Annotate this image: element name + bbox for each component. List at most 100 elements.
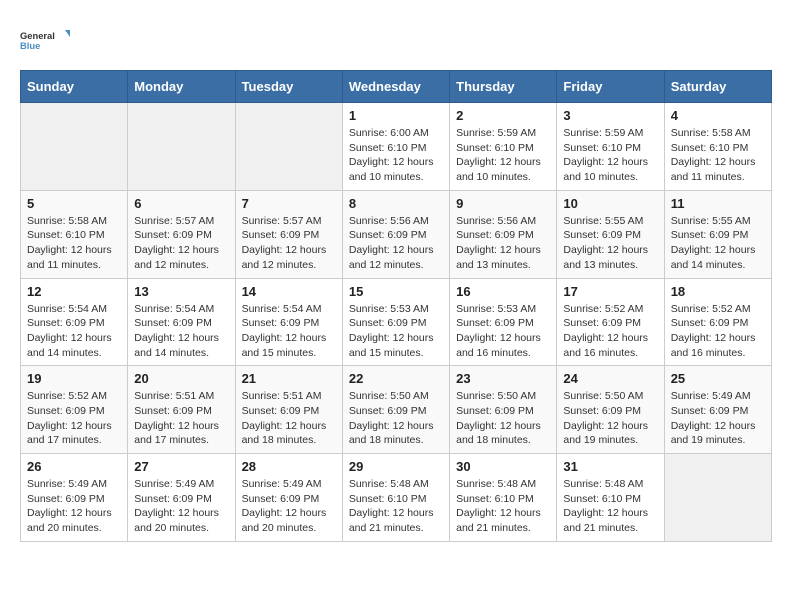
- calendar-header: SundayMondayTuesdayWednesdayThursdayFrid…: [21, 71, 772, 103]
- day-info: Sunrise: 5:54 AM Sunset: 6:09 PM Dayligh…: [242, 302, 336, 361]
- day-number: 3: [563, 108, 657, 123]
- day-info: Sunrise: 5:52 AM Sunset: 6:09 PM Dayligh…: [27, 389, 121, 448]
- calendar-cell: 25 Sunrise: 5:49 AM Sunset: 6:09 PM Dayli…: [664, 366, 771, 454]
- calendar-cell: 14Sunrise: 5:54 AM Sunset: 6:09 PM Dayli…: [235, 278, 342, 366]
- calendar-cell: 30 Sunrise: 5:48 AM Sunset: 6:10 PM Dayli…: [450, 454, 557, 542]
- calendar-cell: 28Sunrise: 5:49 AM Sunset: 6:09 PM Dayli…: [235, 454, 342, 542]
- day-info: Sunrise: 5:57 AM Sunset: 6:09 PM Dayligh…: [242, 214, 336, 273]
- weekday-header-saturday: Saturday: [664, 71, 771, 103]
- day-number: 25: [671, 371, 765, 386]
- calendar-cell: [21, 103, 128, 191]
- calendar-cell: [128, 103, 235, 191]
- day-info: Sunrise: 5:53 AM Sunset: 6:09 PM Dayligh…: [349, 302, 443, 361]
- day-info: Sunrise: 5:48 AM Sunset: 6:10 PM Dayligh…: [563, 477, 657, 536]
- calendar-cell: [664, 454, 771, 542]
- calendar-cell: 3 Sunrise: 5:59 AM Sunset: 6:10 PM Daylig…: [557, 103, 664, 191]
- day-number: 4: [671, 108, 765, 123]
- day-info: Sunrise: 5:57 AM Sunset: 6:09 PM Dayligh…: [134, 214, 228, 273]
- calendar-cell: 2 Sunrise: 5:59 AM Sunset: 6:10 PM Daylig…: [450, 103, 557, 191]
- calendar-cell: 15 Sunrise: 5:53 AM Sunset: 6:09 PM Dayli…: [342, 278, 449, 366]
- day-number: 1: [349, 108, 443, 123]
- day-info: Sunrise: 5:54 AM Sunset: 6:09 PM Dayligh…: [134, 302, 228, 361]
- day-info: Sunrise: 5:52 AM Sunset: 6:09 PM Dayligh…: [671, 302, 765, 361]
- svg-text:General: General: [20, 31, 55, 41]
- day-number: 31: [563, 459, 657, 474]
- day-number: 16: [456, 284, 550, 299]
- calendar-cell: 16Sunrise: 5:53 AM Sunset: 6:09 PM Dayli…: [450, 278, 557, 366]
- day-info: Sunrise: 5:49 AM Sunset: 6:09 PM Dayligh…: [242, 477, 336, 536]
- calendar-cell: [235, 103, 342, 191]
- day-info: Sunrise: 5:58 AM Sunset: 6:10 PM Dayligh…: [671, 126, 765, 185]
- day-info: Sunrise: 5:56 AM Sunset: 6:09 PM Dayligh…: [349, 214, 443, 273]
- calendar-week-4: 19Sunrise: 5:52 AM Sunset: 6:09 PM Dayli…: [21, 366, 772, 454]
- calendar-cell: 5 Sunrise: 5:58 AM Sunset: 6:10 PM Daylig…: [21, 190, 128, 278]
- calendar-cell: 20 Sunrise: 5:51 AM Sunset: 6:09 PM Dayli…: [128, 366, 235, 454]
- day-number: 30: [456, 459, 550, 474]
- day-number: 20: [134, 371, 228, 386]
- day-info: Sunrise: 5:55 AM Sunset: 6:09 PM Dayligh…: [671, 214, 765, 273]
- day-info: Sunrise: 5:55 AM Sunset: 6:09 PM Dayligh…: [563, 214, 657, 273]
- day-info: Sunrise: 5:50 AM Sunset: 6:09 PM Dayligh…: [349, 389, 443, 448]
- day-number: 21: [242, 371, 336, 386]
- day-info: Sunrise: 5:48 AM Sunset: 6:10 PM Dayligh…: [456, 477, 550, 536]
- calendar-cell: 26 Sunrise: 5:49 AM Sunset: 6:09 PM Dayli…: [21, 454, 128, 542]
- logo-svg: General Blue: [20, 20, 70, 60]
- day-number: 7: [242, 196, 336, 211]
- calendar-cell: 31 Sunrise: 5:48 AM Sunset: 6:10 PM Dayli…: [557, 454, 664, 542]
- day-number: 17: [563, 284, 657, 299]
- day-number: 22: [349, 371, 443, 386]
- calendar-cell: 27 Sunrise: 5:49 AM Sunset: 6:09 PM Dayli…: [128, 454, 235, 542]
- calendar-cell: 6Sunrise: 5:57 AM Sunset: 6:09 PM Daylig…: [128, 190, 235, 278]
- day-info: Sunrise: 5:51 AM Sunset: 6:09 PM Dayligh…: [134, 389, 228, 448]
- calendar-cell: 24 Sunrise: 5:50 AM Sunset: 6:09 PM Dayli…: [557, 366, 664, 454]
- calendar-week-1: 1 Sunrise: 6:00 AM Sunset: 6:10 PM Daylig…: [21, 103, 772, 191]
- calendar-cell: 1 Sunrise: 6:00 AM Sunset: 6:10 PM Daylig…: [342, 103, 449, 191]
- calendar-cell: 21 Sunrise: 5:51 AM Sunset: 6:09 PM Dayli…: [235, 366, 342, 454]
- day-number: 23: [456, 371, 550, 386]
- header: General Blue: [20, 20, 772, 60]
- day-number: 9: [456, 196, 550, 211]
- calendar-cell: 13 Sunrise: 5:54 AM Sunset: 6:09 PM Dayli…: [128, 278, 235, 366]
- day-info: Sunrise: 6:00 AM Sunset: 6:10 PM Dayligh…: [349, 126, 443, 185]
- calendar-week-5: 26 Sunrise: 5:49 AM Sunset: 6:09 PM Dayli…: [21, 454, 772, 542]
- day-number: 18: [671, 284, 765, 299]
- calendar-cell: 18 Sunrise: 5:52 AM Sunset: 6:09 PM Dayli…: [664, 278, 771, 366]
- calendar-table: SundayMondayTuesdayWednesdayThursdayFrid…: [20, 70, 772, 542]
- day-info: Sunrise: 5:50 AM Sunset: 6:09 PM Dayligh…: [563, 389, 657, 448]
- svg-text:Blue: Blue: [20, 41, 40, 51]
- day-info: Sunrise: 5:48 AM Sunset: 6:10 PM Dayligh…: [349, 477, 443, 536]
- calendar-cell: 12Sunrise: 5:54 AM Sunset: 6:09 PM Dayli…: [21, 278, 128, 366]
- calendar-cell: 11 Sunrise: 5:55 AM Sunset: 6:09 PM Dayli…: [664, 190, 771, 278]
- calendar-week-2: 5 Sunrise: 5:58 AM Sunset: 6:10 PM Daylig…: [21, 190, 772, 278]
- calendar-cell: 29Sunrise: 5:48 AM Sunset: 6:10 PM Dayli…: [342, 454, 449, 542]
- day-number: 11: [671, 196, 765, 211]
- logo: General Blue: [20, 20, 70, 60]
- calendar-cell: 9 Sunrise: 5:56 AM Sunset: 6:09 PM Daylig…: [450, 190, 557, 278]
- day-info: Sunrise: 5:49 AM Sunset: 6:09 PM Dayligh…: [134, 477, 228, 536]
- day-info: Sunrise: 5:59 AM Sunset: 6:10 PM Dayligh…: [456, 126, 550, 185]
- day-number: 5: [27, 196, 121, 211]
- calendar-cell: 8 Sunrise: 5:56 AM Sunset: 6:09 PM Daylig…: [342, 190, 449, 278]
- day-info: Sunrise: 5:56 AM Sunset: 6:09 PM Dayligh…: [456, 214, 550, 273]
- weekday-header-wednesday: Wednesday: [342, 71, 449, 103]
- day-info: Sunrise: 5:51 AM Sunset: 6:09 PM Dayligh…: [242, 389, 336, 448]
- day-info: Sunrise: 5:49 AM Sunset: 6:09 PM Dayligh…: [671, 389, 765, 448]
- weekday-header-friday: Friday: [557, 71, 664, 103]
- day-info: Sunrise: 5:58 AM Sunset: 6:10 PM Dayligh…: [27, 214, 121, 273]
- day-number: 26: [27, 459, 121, 474]
- day-number: 24: [563, 371, 657, 386]
- calendar-cell: 19Sunrise: 5:52 AM Sunset: 6:09 PM Dayli…: [21, 366, 128, 454]
- calendar-cell: 17Sunrise: 5:52 AM Sunset: 6:09 PM Dayli…: [557, 278, 664, 366]
- day-info: Sunrise: 5:54 AM Sunset: 6:09 PM Dayligh…: [27, 302, 121, 361]
- day-number: 13: [134, 284, 228, 299]
- day-info: Sunrise: 5:49 AM Sunset: 6:09 PM Dayligh…: [27, 477, 121, 536]
- calendar-cell: 23Sunrise: 5:50 AM Sunset: 6:09 PM Dayli…: [450, 366, 557, 454]
- calendar-cell: 4 Sunrise: 5:58 AM Sunset: 6:10 PM Daylig…: [664, 103, 771, 191]
- day-number: 15: [349, 284, 443, 299]
- day-number: 27: [134, 459, 228, 474]
- day-number: 2: [456, 108, 550, 123]
- calendar-cell: 22 Sunrise: 5:50 AM Sunset: 6:09 PM Dayli…: [342, 366, 449, 454]
- day-number: 8: [349, 196, 443, 211]
- day-info: Sunrise: 5:59 AM Sunset: 6:10 PM Dayligh…: [563, 126, 657, 185]
- weekday-header-tuesday: Tuesday: [235, 71, 342, 103]
